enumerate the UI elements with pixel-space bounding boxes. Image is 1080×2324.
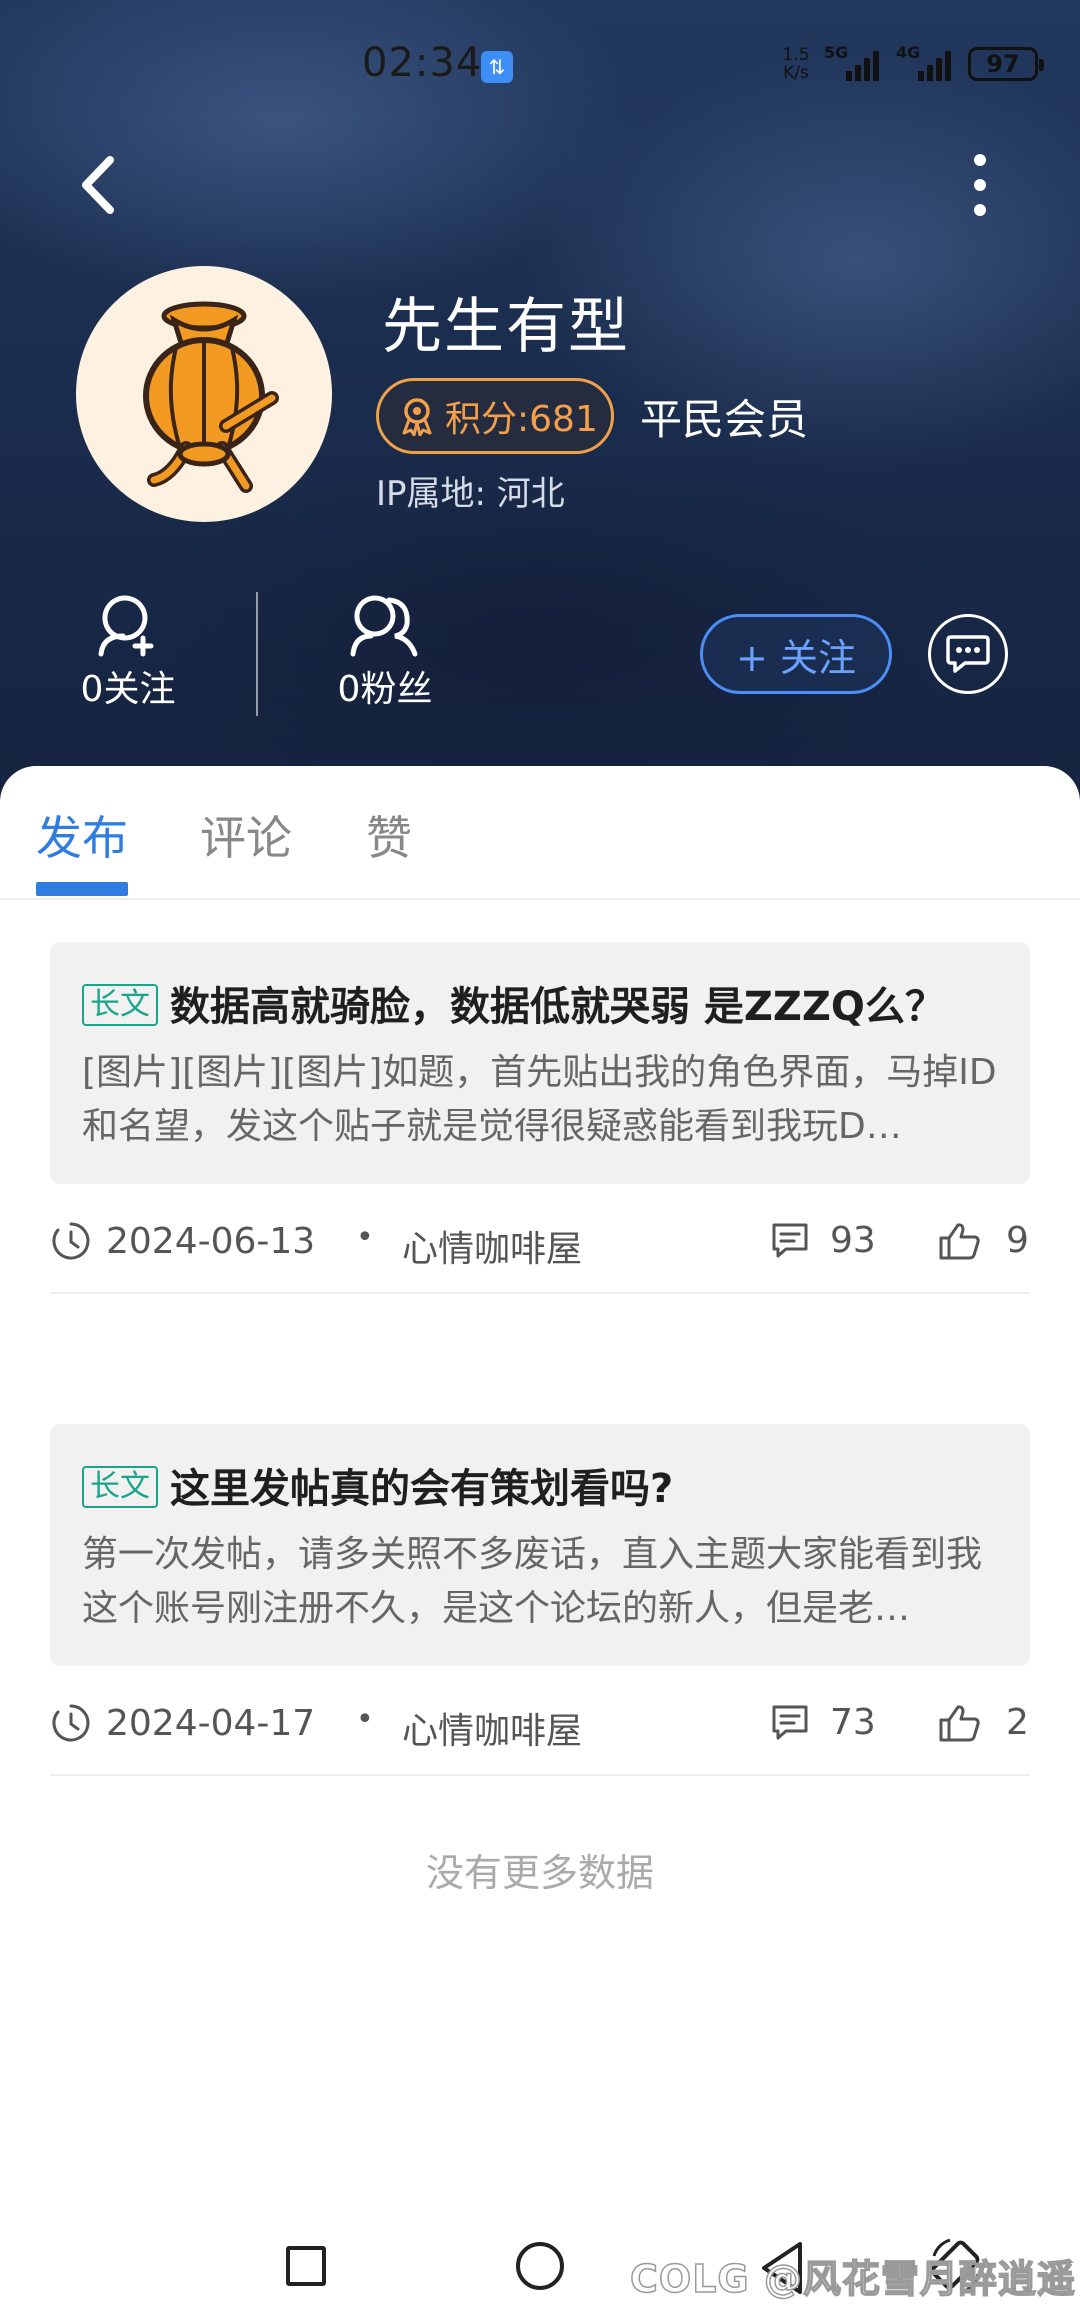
post-title[interactable]: 长文 数据高就骑脸，数据低就哭弱 是ZZZQ么？: [82, 978, 1000, 1036]
chevron-left-icon: [82, 156, 114, 214]
post-card[interactable]: 长文 这里发帖真的会有策划看吗? 第一次发帖，请多关照不多废话，直入主题大家能看到…: [50, 1424, 1030, 1666]
post-item[interactable]: 长文 数据高就骑脸，数据低就哭弱 是ZZZQ么？ [图片][图片][图片]如题，首…: [50, 942, 1030, 1294]
back-button[interactable]: [70, 150, 130, 220]
recent-apps-button[interactable]: [286, 2246, 326, 2286]
member-level: 平民会员: [640, 395, 809, 444]
signal-4g-icon: 4G: [896, 43, 958, 81]
more-options-button[interactable]: [960, 150, 1000, 220]
long-article-tag: 长文: [82, 984, 158, 1026]
message-button[interactable]: [928, 614, 1008, 694]
no-more-data-text: 没有更多数据: [425, 1851, 654, 1895]
comment-count[interactable]: 73: [770, 1702, 876, 1743]
fans-stat[interactable]: 0粉丝: [295, 592, 475, 712]
tab-posts[interactable]: 发布: [36, 802, 128, 868]
post-date: 2024-06-13: [50, 1220, 315, 1262]
points-badge[interactable]: 积分:681: [376, 378, 614, 454]
meta-separator: •: [356, 1220, 374, 1255]
post-date: 2024-04-17: [50, 1702, 315, 1744]
clock-icon: [52, 1222, 90, 1260]
tab-indicator: [36, 882, 128, 896]
chat-icon: [946, 635, 990, 673]
status-indicators: 1.5 K/s 5G 4G 97: [778, 43, 1044, 84]
post-card[interactable]: 长文 数据高就骑脸，数据低就哭弱 是ZZZQ么？ [图片][图片][图片]如题，首…: [50, 942, 1030, 1184]
tab-bar: 发布 评论 赞: [0, 766, 1080, 900]
thumbs-up-icon: [939, 1222, 980, 1259]
points-value: 积分:681: [445, 399, 598, 440]
notification-icon: ⇅: [481, 51, 513, 83]
post-excerpt: [图片][图片][图片]如题，首先贴出我的角色界面，马掉ID和名望，发这个贴子就…: [82, 1052, 997, 1147]
comment-icon: [772, 1705, 808, 1739]
system-nav-bar: COLG @风花雪月醉逍遥: [0, 2230, 1080, 2324]
status-time: 02:34: [362, 40, 483, 86]
post-meta: 2024-04-17 • 心情咖啡屋 73 2: [50, 1686, 1030, 1776]
post-excerpt: 第一次发帖，请多关照不多废话，直入主题大家能看到我这个账号刚注册不久，是这个论坛…: [82, 1534, 983, 1629]
users-icon: [350, 595, 418, 657]
comment-icon: [772, 1223, 808, 1257]
tab-likes[interactable]: 赞: [366, 802, 412, 868]
more-dots-icon: [974, 154, 986, 166]
meta-separator: •: [356, 1702, 374, 1737]
long-article-tag: 长文: [82, 1466, 158, 1508]
following-count: 0关注: [80, 669, 176, 710]
stats-divider: [256, 592, 258, 716]
post-board[interactable]: 心情咖啡屋: [402, 1702, 582, 1754]
home-button[interactable]: [516, 2242, 564, 2290]
thumbs-up-icon: [939, 1704, 980, 1741]
ip-location: IP属地: 河北: [376, 474, 565, 514]
clock-icon: [52, 1704, 90, 1742]
username: 先生有型: [382, 292, 630, 362]
tab-comments[interactable]: 评论: [200, 802, 292, 868]
fans-count: 0粉丝: [337, 669, 433, 710]
following-stat[interactable]: 0关注: [38, 592, 218, 712]
medal-icon: [402, 398, 432, 436]
post-title[interactable]: 长文 这里发帖真的会有策划看吗?: [82, 1460, 1000, 1518]
like-count[interactable]: 2: [938, 1702, 1029, 1743]
watermark: COLG @风花雪月醉逍遥: [629, 2256, 1076, 2302]
network-speed: 1.5 K/s: [782, 45, 810, 83]
content-sheet: 发布 评论 赞 长文 数据高就骑脸，数据低就哭弱 是ZZZQ么？ [图片][图片]…: [0, 766, 1080, 2324]
signal-5g-icon: 5G: [824, 43, 886, 81]
add-user-icon: [98, 595, 154, 657]
post-board[interactable]: 心情咖啡屋: [402, 1220, 582, 1272]
follow-button[interactable]: + 关注: [700, 614, 892, 694]
lantern-mascot-icon: [143, 301, 279, 493]
avatar[interactable]: [76, 266, 332, 522]
post-item[interactable]: 长文 这里发帖真的会有策划看吗? 第一次发帖，请多关照不多废话，直入主题大家能看到…: [50, 1424, 1030, 1776]
comment-count[interactable]: 93: [770, 1220, 876, 1261]
post-meta: 2024-06-13 • 心情咖啡屋 93 9: [50, 1204, 1030, 1294]
like-count[interactable]: 9: [938, 1220, 1029, 1261]
battery-icon: 97: [968, 47, 1044, 81]
